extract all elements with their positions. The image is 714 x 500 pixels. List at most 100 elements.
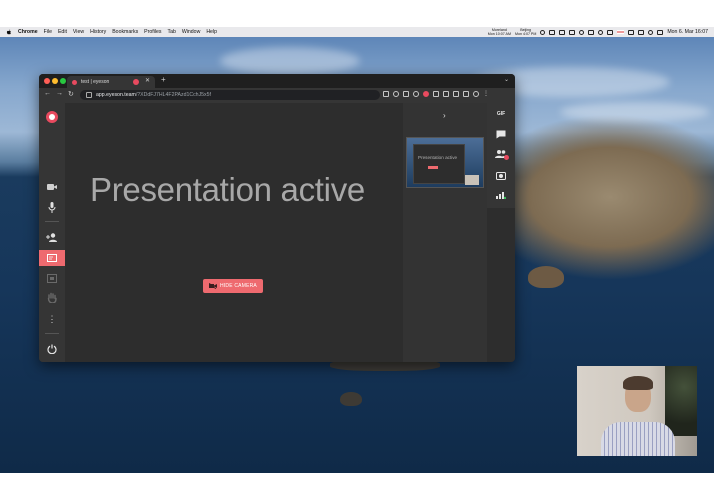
presentation-icon[interactable] <box>39 250 65 266</box>
tab-strip: test | eyeson ✕ + ⌄ <box>39 74 515 88</box>
menu-file[interactable]: File <box>44 29 52 35</box>
camera-off-icon <box>209 283 218 289</box>
screen-share-icon[interactable] <box>45 271 59 285</box>
profile-icon[interactable] <box>473 91 479 97</box>
minimize-window-icon[interactable] <box>52 78 58 84</box>
wallpaper-rock <box>528 266 564 288</box>
presentation-thumbnail[interactable]: Presentation active <box>406 137 484 188</box>
battery-icon[interactable] <box>638 29 645 35</box>
hide-camera-button[interactable]: HIDE CAMERA <box>203 279 263 293</box>
side-panel-icon[interactable] <box>463 91 469 97</box>
power-icon[interactable] <box>45 342 59 356</box>
macos-menubar: Chrome File Edit View History Bookmarks … <box>0 27 714 37</box>
webcam-person-body <box>601 422 675 456</box>
world-clock-moreland-time: Mon 10:07 AM <box>487 32 511 36</box>
bluetooth-icon[interactable] <box>607 29 614 35</box>
camera-in-use-icon[interactable] <box>383 91 389 97</box>
extension-icon[interactable] <box>433 91 439 97</box>
webcam-person-hair <box>623 376 653 390</box>
tab-eyeson[interactable]: test | eyeson ✕ <box>67 76 155 88</box>
reading-list-icon[interactable] <box>453 91 459 97</box>
control-center-icon[interactable] <box>657 29 664 35</box>
puzzle-icon[interactable] <box>443 91 449 97</box>
menu-edit[interactable]: Edit <box>58 29 67 35</box>
camera-icon[interactable] <box>45 180 59 194</box>
input-source-flag-icon[interactable] <box>617 30 625 34</box>
browser-extension-icons: ⋮ <box>383 91 489 97</box>
presentation-active-text: Presentation active <box>90 171 365 208</box>
webcam-overlay[interactable] <box>577 366 697 456</box>
zoom-window-icon[interactable] <box>60 78 66 84</box>
wifi-icon[interactable] <box>598 29 604 35</box>
video-panel: › Presentation active <box>403 103 487 362</box>
menubar-status-area: Moreland Mon 10:07 AM Beijing Mon 4:07 P… <box>488 27 708 37</box>
apple-icon[interactable] <box>6 29 12 35</box>
menu-window[interactable]: Window <box>182 29 200 35</box>
extension-eyeson-icon[interactable] <box>423 91 429 97</box>
presentation-stage: Presentation active HIDE CAMERA <box>65 103 403 362</box>
address-toolbar: ← → ↻ app.eyeson.team /?XDdFJ7HL4F2PAzd1… <box>39 88 515 103</box>
gif-icon[interactable]: GIF <box>494 108 508 120</box>
thumbnail-button <box>428 166 438 169</box>
share-icon[interactable] <box>403 91 409 97</box>
menu-view[interactable]: View <box>73 29 84 35</box>
microphone-icon[interactable] <box>45 200 59 214</box>
reload-icon[interactable]: ↻ <box>68 90 74 98</box>
menu-history[interactable]: History <box>90 29 106 35</box>
search-icon[interactable] <box>648 29 654 35</box>
url-path: /?XDdFJ7HL4F2PAzd1CchJ5x5f <box>135 92 211 98</box>
snapshot-icon[interactable] <box>494 169 508 181</box>
world-clock-moreland[interactable]: Moreland Mon 10:07 AM <box>488 28 511 36</box>
menu-profiles[interactable]: Profiles <box>144 29 161 35</box>
recording-indicator-icon <box>133 79 139 85</box>
chat-icon[interactable] <box>494 128 508 140</box>
menu-help[interactable]: Help <box>206 29 217 35</box>
bookmark-star-icon[interactable] <box>413 91 419 97</box>
status-icon-2[interactable] <box>549 29 556 35</box>
forward-icon[interactable]: → <box>56 90 63 97</box>
left-sidebar: ⋮ <box>39 103 65 362</box>
thumbnail-window <box>413 144 465 184</box>
signal-strength-icon[interactable] <box>494 189 508 201</box>
webcam-plant <box>665 366 697 436</box>
collapse-panel-icon[interactable]: › <box>443 111 446 120</box>
status-icon-3[interactable] <box>569 29 576 35</box>
display-icon[interactable] <box>559 29 566 35</box>
participants-icon[interactable] <box>494 148 509 160</box>
status-icon-4[interactable] <box>588 29 595 35</box>
eyeson-logo-icon[interactable] <box>46 111 58 123</box>
eyeson-favicon-icon <box>72 79 77 85</box>
new-tab-button[interactable]: + <box>161 75 166 84</box>
status-icon-1[interactable] <box>540 29 546 35</box>
chrome-menu-icon[interactable]: ⋮ <box>483 91 489 97</box>
menu-tab[interactable]: Tab <box>167 29 175 35</box>
url-host: app.eyeson.team <box>96 92 136 98</box>
wallpaper-rock <box>340 392 362 406</box>
time-machine-icon[interactable] <box>579 29 585 35</box>
back-icon[interactable]: ← <box>44 90 51 97</box>
volume-icon[interactable] <box>628 29 635 35</box>
participants-badge <box>504 155 509 160</box>
add-user-icon[interactable] <box>45 230 59 244</box>
address-bar[interactable]: app.eyeson.team /?XDdFJ7HL4F2PAzd1CchJ5x… <box>80 90 380 100</box>
sidebar-divider <box>45 333 59 334</box>
eyeson-app: ⋮ Presentation active HIDE CAMERA › Pres… <box>39 103 515 362</box>
tab-close-icon[interactable]: ✕ <box>145 77 150 84</box>
browser-window: test | eyeson ✕ + ⌄ ← → ↻ app.eyeson.tea… <box>39 74 515 362</box>
menubar-clock[interactable]: Mon 6. Mar 16:07 <box>667 29 708 35</box>
screen: Chrome File Edit View History Bookmarks … <box>0 0 714 500</box>
hide-camera-label: HIDE CAMERA <box>220 283 257 289</box>
tab-search-icon[interactable]: ⌄ <box>504 76 509 83</box>
close-window-icon[interactable] <box>44 78 50 84</box>
lock-icon[interactable] <box>86 92 92 98</box>
menu-bookmarks[interactable]: Bookmarks <box>112 29 138 35</box>
hand-icon[interactable] <box>45 290 59 304</box>
tab-title: test | eyeson <box>81 79 110 85</box>
world-clock-beijing[interactable]: Beijing Mon 4:07 PM <box>515 28 536 36</box>
more-options-icon[interactable]: ⋮ <box>45 312 59 326</box>
wallpaper-cloud <box>560 102 710 122</box>
menu-app-chrome[interactable]: Chrome <box>18 29 38 35</box>
eye-icon[interactable] <box>393 91 399 97</box>
thumbnail-camera <box>465 175 479 185</box>
sidebar-divider <box>45 221 59 222</box>
